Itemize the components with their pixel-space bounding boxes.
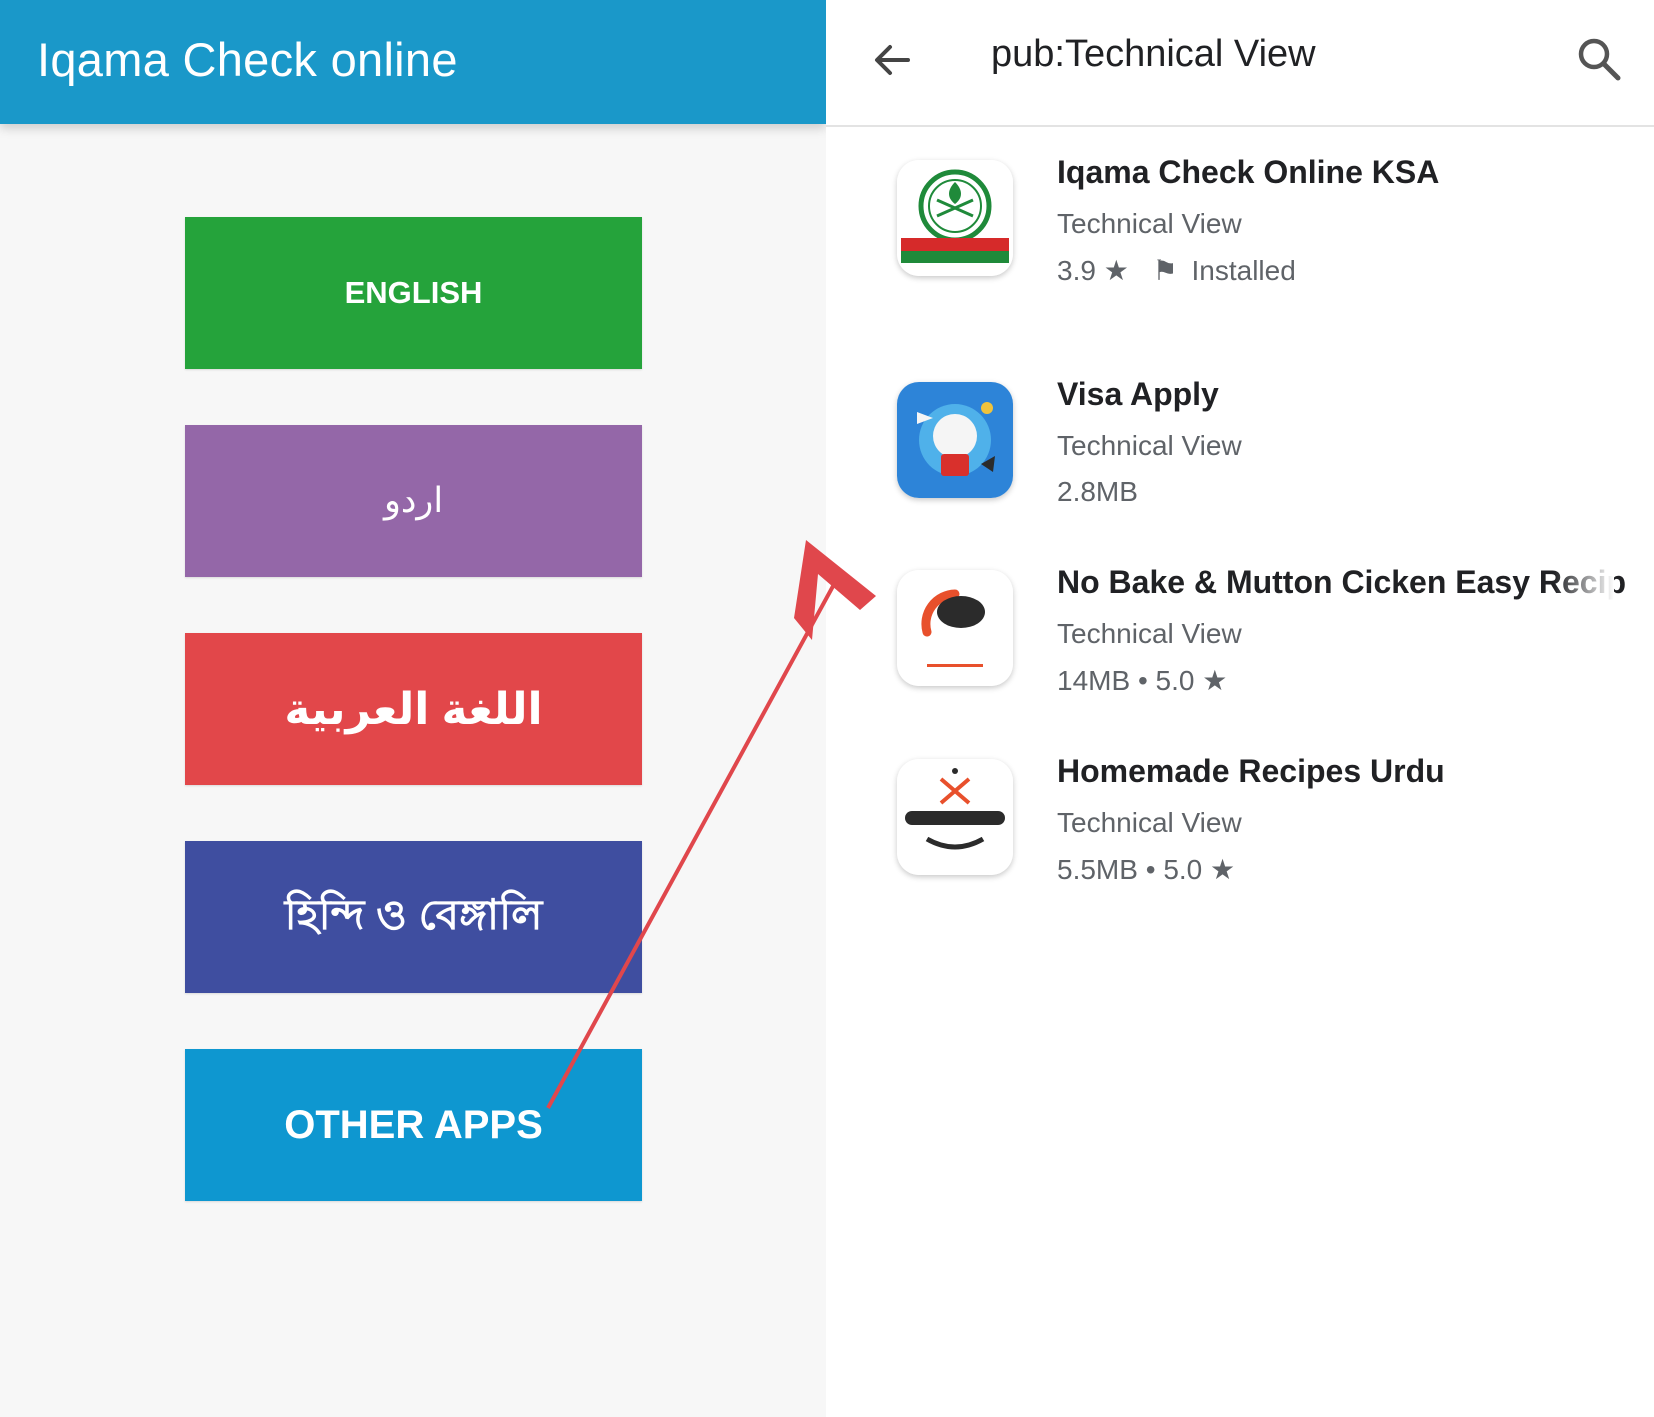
star-icon: ★	[1210, 854, 1236, 885]
iqama-app-screen: Iqama Check online ENGLISH اردو اللغة ال…	[0, 0, 826, 1417]
arabic-button[interactable]: اللغة العربية	[185, 633, 642, 785]
app-rating: 5.0	[1163, 854, 1203, 885]
title-fade	[1554, 564, 1614, 604]
app-size: 2.8MB	[1057, 476, 1138, 507]
urdu-button[interactable]: اردو	[185, 425, 642, 577]
star-icon: ★	[1103, 255, 1129, 286]
app-name: Iqama Check Online KSA	[1057, 154, 1440, 190]
app-bar: Iqama Check online	[0, 0, 826, 124]
app-developer: Technical View	[1057, 618, 1242, 649]
installed-flag-icon: ⚑	[1152, 255, 1178, 286]
star-icon: ★	[1202, 665, 1228, 696]
app-developer: Technical View	[1057, 208, 1242, 239]
app-rating: 3.9	[1057, 255, 1096, 286]
installed-label: Installed	[1191, 255, 1296, 286]
search-bar: pub:Technical View	[826, 0, 1654, 127]
app-meta: 5.5MB • 5.0 ★	[1057, 853, 1235, 886]
app-developer: Technical View	[1057, 430, 1242, 461]
search-query-text[interactable]: pub:Technical View	[991, 33, 1316, 76]
app-result-no-bake[interactable]: No Bake & Mutton Cicken Easy Recip Techn…	[826, 560, 1654, 730]
hindi-bengali-button[interactable]: হিন্দি ও বেঙ্গালি	[185, 841, 642, 993]
saudi-emblem-icon	[897, 160, 1013, 276]
app-name: Visa Apply	[1057, 376, 1219, 412]
arrow-left-icon[interactable]	[868, 36, 916, 84]
app-rating: 5.0	[1155, 665, 1195, 696]
dot-separator-icon: •	[1137, 665, 1156, 696]
app-size: 14MB	[1057, 665, 1131, 696]
app-result-homemade[interactable]: Homemade Recipes Urdu Technical View 5.5…	[826, 749, 1654, 919]
pizza-burger-icon	[897, 570, 1013, 686]
app-meta: 3.9 ★ ⚑ Installed	[1057, 254, 1296, 287]
store-results-screen: pub:Technical View Iqama Check Online KS…	[826, 0, 1654, 1417]
app-result-iqama[interactable]: Iqama Check Online KSA Technical View 3.…	[826, 150, 1654, 340]
app-name: Homemade Recipes Urdu	[1057, 753, 1445, 789]
app-meta: 14MB • 5.0 ★	[1057, 664, 1227, 697]
dot-separator-icon: •	[1145, 854, 1164, 885]
travel-world-icon	[897, 382, 1013, 498]
other-apps-button[interactable]: OTHER APPS	[185, 1049, 642, 1201]
app-name: No Bake & Mutton Cicken Easy Recip	[1057, 564, 1627, 600]
magnifier-icon[interactable]	[1574, 34, 1624, 84]
chef-recipes-icon	[897, 759, 1013, 875]
app-developer: Technical View	[1057, 807, 1242, 838]
app-title: Iqama Check online	[37, 33, 458, 86]
app-size: 5.5MB	[1057, 854, 1138, 885]
app-result-visa[interactable]: Visa Apply Technical View 2.8MB	[826, 372, 1654, 542]
app-meta: 2.8MB	[1057, 476, 1138, 508]
english-button[interactable]: ENGLISH	[185, 217, 642, 369]
